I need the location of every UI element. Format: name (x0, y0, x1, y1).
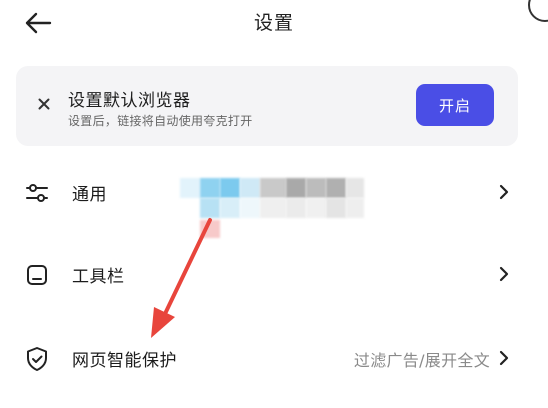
settings-item-web-protection[interactable]: 网页智能保护 过滤广告/展开全文 (0, 330, 548, 386)
banner-close-button[interactable] (34, 94, 54, 114)
toolbar-icon (24, 262, 50, 288)
settings-item-label: 网页智能保护 (72, 351, 177, 371)
sliders-icon (24, 180, 50, 206)
chevron-right-icon (497, 348, 511, 368)
settings-item-label: 通用 (72, 185, 107, 205)
settings-item-toolbar[interactable]: 工具栏 (0, 246, 548, 302)
settings-item-label: 工具栏 (72, 267, 125, 287)
default-browser-banner: 设置默认浏览器 设置后，链接将自动使用夸克打开 开启 (16, 66, 518, 146)
close-icon (38, 98, 50, 110)
header: 设置 (0, 0, 548, 46)
page-title: 设置 (253, 12, 294, 34)
enable-button[interactable]: 开启 (416, 84, 494, 126)
banner-title: 设置默认浏览器 (68, 91, 191, 111)
shield-check-icon (24, 346, 50, 372)
banner-subtitle: 设置后，链接将自动使用夸克打开 (68, 114, 253, 128)
chevron-right-icon (497, 264, 511, 284)
settings-item-value: 过滤广告/展开全文 (353, 351, 490, 370)
chevron-right-icon (497, 182, 511, 202)
redacted-region (180, 178, 366, 242)
